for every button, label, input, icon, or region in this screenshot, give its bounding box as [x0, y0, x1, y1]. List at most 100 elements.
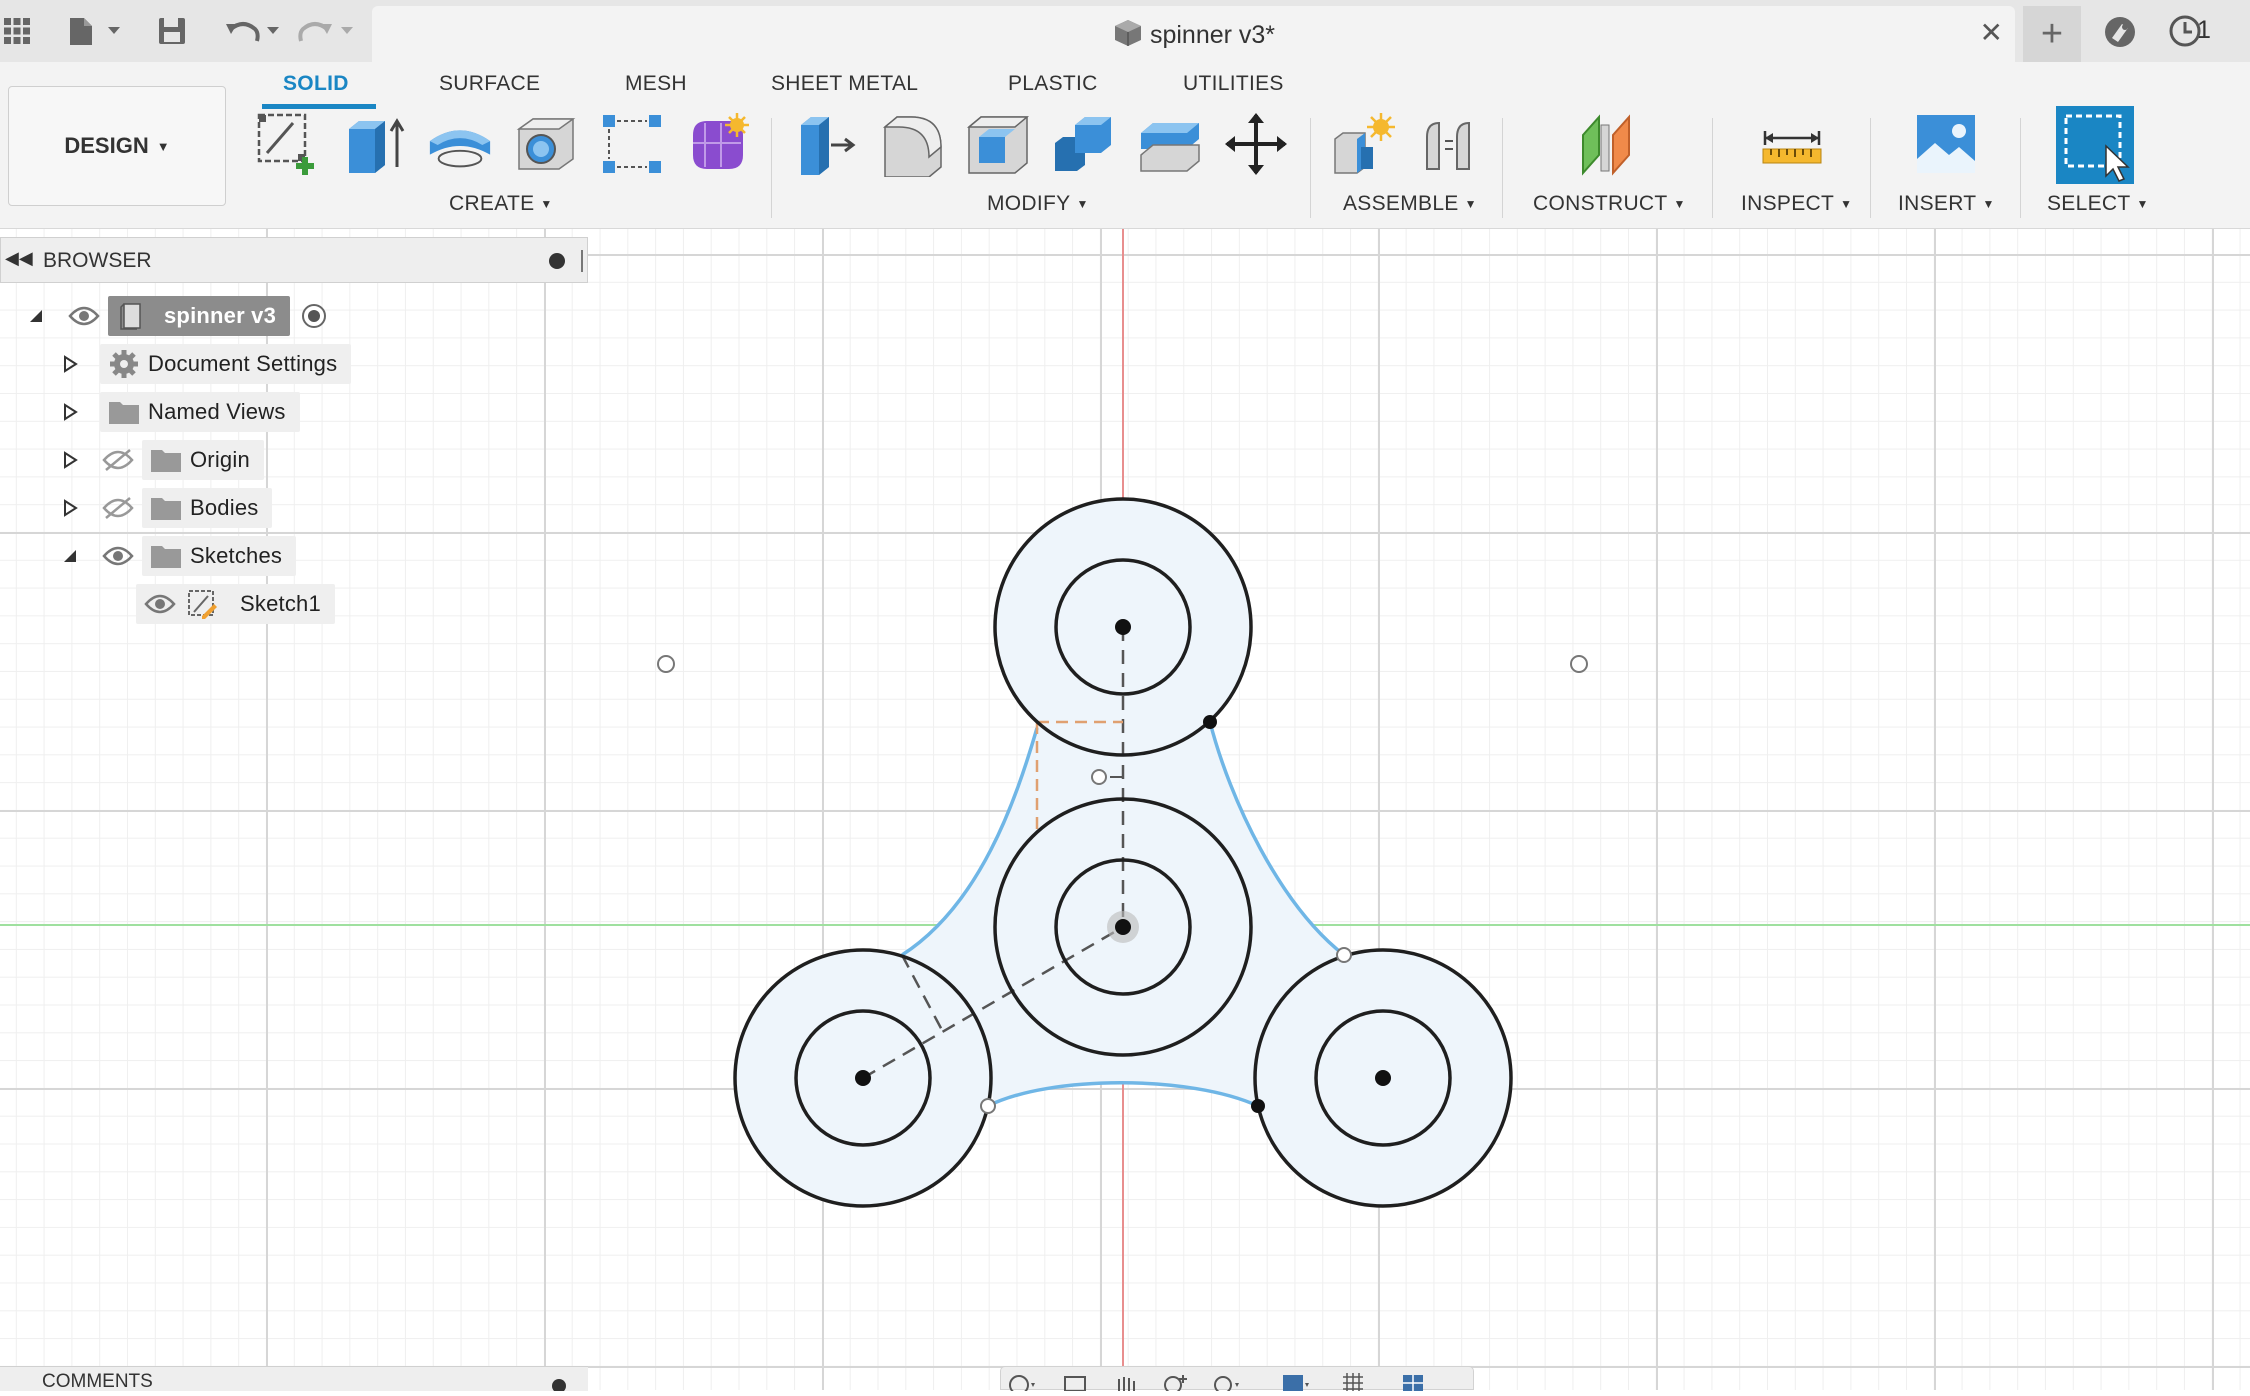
create-sketch-icon[interactable]: [254, 110, 322, 178]
document-icon: [114, 298, 150, 334]
fillet-icon[interactable]: [878, 110, 946, 178]
comments-panel[interactable]: COMMENTS: [0, 1366, 588, 1391]
assemble-menu[interactable]: ASSEMBLE ▼: [1343, 192, 1477, 216]
eye-icon[interactable]: [142, 586, 178, 622]
viewports-icon[interactable]: [1401, 1371, 1431, 1391]
move-icon[interactable]: [1222, 110, 1290, 178]
new-tab-button[interactable]: +: [2023, 6, 2081, 62]
eye-icon[interactable]: [100, 538, 136, 574]
create-menu-label: CREATE: [449, 192, 535, 215]
pattern-icon[interactable]: [598, 110, 666, 178]
chevron-down-icon: ▼: [2136, 197, 2149, 211]
browser-item-sketch1[interactable]: Sketch1: [136, 584, 335, 624]
orbit-icon[interactable]: [1007, 1371, 1037, 1395]
shell-icon[interactable]: [964, 110, 1032, 178]
measure-icon[interactable]: [1758, 110, 1826, 178]
browser-item-label: Sketch1: [240, 591, 321, 616]
press-pull-icon[interactable]: [792, 110, 860, 178]
workspace-switcher[interactable]: DESIGN ▼: [8, 86, 226, 206]
toolbar-ribbon: DESIGN ▼ SOLID SURFACE MESH SHEET METAL P…: [0, 62, 2250, 229]
joint-icon[interactable]: [1416, 110, 1484, 178]
resize-grip[interactable]: [581, 250, 583, 272]
select-menu-label: SELECT: [2047, 192, 2131, 215]
tab-sheet-metal[interactable]: SHEET METAL: [771, 72, 918, 96]
modify-menu[interactable]: MODIFY ▼: [987, 192, 1089, 216]
expand-arrow-icon[interactable]: [60, 488, 80, 528]
new-component-icon[interactable]: [1330, 110, 1398, 178]
undo-icon[interactable]: [222, 12, 284, 50]
eye-icon[interactable]: [66, 298, 102, 334]
tab-utilities[interactable]: UTILITIES: [1183, 72, 1284, 96]
group-divider: [1502, 118, 1503, 218]
browser-item-named-views[interactable]: Named Views: [100, 392, 300, 432]
create-menu[interactable]: CREATE ▼: [449, 192, 553, 216]
pan-icon[interactable]: [1111, 1371, 1141, 1391]
folder-icon: [148, 538, 184, 574]
pin-icon[interactable]: [549, 253, 565, 269]
root-chip[interactable]: spinner v3: [108, 296, 291, 336]
construct-menu[interactable]: CONSTRUCT ▼: [1533, 192, 1686, 216]
collapse-panel-icon[interactable]: ◀◀: [5, 248, 33, 269]
combine-icon[interactable]: [1050, 110, 1118, 178]
assemble-menu-label: ASSEMBLE: [1343, 192, 1459, 215]
extensions-icon[interactable]: [2102, 14, 2138, 55]
tab-mesh[interactable]: MESH: [625, 72, 687, 96]
group-divider: [1712, 118, 1713, 218]
create-form-icon[interactable]: [684, 110, 752, 178]
tab-solid[interactable]: SOLID: [283, 72, 349, 96]
browser-item-bodies[interactable]: Bodies: [100, 488, 273, 528]
browser-root[interactable]: spinner v3: [66, 296, 338, 336]
browser-item-label: Origin: [190, 447, 250, 472]
collapse-arrow-icon[interactable]: [60, 536, 80, 576]
insert-image-icon[interactable]: [1912, 110, 1980, 178]
zoom-icon[interactable]: [1161, 1371, 1191, 1394]
select-window-icon[interactable]: [2056, 106, 2134, 184]
group-divider: [771, 118, 772, 218]
activate-radio-icon[interactable]: [296, 298, 332, 334]
offset-plane-icon[interactable]: [1576, 110, 1644, 178]
insert-menu[interactable]: INSERT ▼: [1898, 192, 1995, 216]
hole-icon[interactable]: [512, 110, 580, 178]
close-tab-icon[interactable]: ✕: [1980, 18, 2003, 48]
eye-hidden-icon[interactable]: [100, 442, 136, 478]
sketch-graphics[interactable]: [0, 229, 2250, 1390]
design-file-icon: [1112, 18, 1144, 55]
browser-item-label: Sketches: [190, 543, 283, 568]
expand-arrow-icon[interactable]: [60, 344, 80, 384]
extrude-icon[interactable]: [340, 110, 408, 178]
browser-item-origin[interactable]: Origin: [100, 440, 264, 480]
revolve-icon[interactable]: [426, 110, 494, 178]
tab-plastic[interactable]: PLASTIC: [1008, 72, 1098, 96]
document-tab[interactable]: spinner v3* ✕: [372, 6, 2015, 62]
eye-hidden-icon[interactable]: [100, 490, 136, 526]
fit-icon[interactable]: [1211, 1371, 1241, 1394]
design-canvas[interactable]: [0, 229, 2250, 1390]
display-settings-icon[interactable]: [1281, 1371, 1311, 1391]
expand-arrow-icon[interactable]: [60, 440, 80, 480]
save-icon[interactable]: [152, 12, 192, 50]
redo-icon[interactable]: [296, 12, 358, 50]
folder-icon: [106, 394, 142, 430]
chevron-down-icon: ▼: [1982, 197, 1995, 211]
browser-header: ◀◀ BROWSER: [0, 237, 588, 283]
sketch-icon: [184, 586, 220, 622]
app-grid-icon[interactable]: [0, 12, 34, 50]
browser-item-label: Named Views: [148, 399, 286, 424]
expand-arrow-icon[interactable]: [60, 392, 80, 432]
pin-icon[interactable]: [552, 1379, 566, 1391]
inspect-menu[interactable]: INSPECT ▼: [1741, 192, 1852, 216]
look-at-icon[interactable]: [1061, 1371, 1091, 1392]
inspect-menu-label: INSPECT: [1741, 192, 1835, 215]
construct-menu-label: CONSTRUCT: [1533, 192, 1668, 215]
file-menu-icon[interactable]: [64, 12, 124, 50]
group-divider: [2020, 118, 2021, 218]
active-tab-indicator: [262, 104, 376, 109]
grid-settings-icon[interactable]: [1341, 1371, 1371, 1391]
collapse-arrow-icon[interactable]: [26, 296, 46, 336]
gear-icon: [106, 346, 142, 382]
offset-face-icon[interactable]: [1136, 110, 1204, 178]
browser-item-document-settings[interactable]: Document Settings: [100, 344, 352, 384]
select-menu[interactable]: SELECT ▼: [2047, 192, 2149, 216]
tab-surface[interactable]: SURFACE: [439, 72, 540, 96]
browser-item-sketches[interactable]: Sketches: [100, 536, 297, 576]
